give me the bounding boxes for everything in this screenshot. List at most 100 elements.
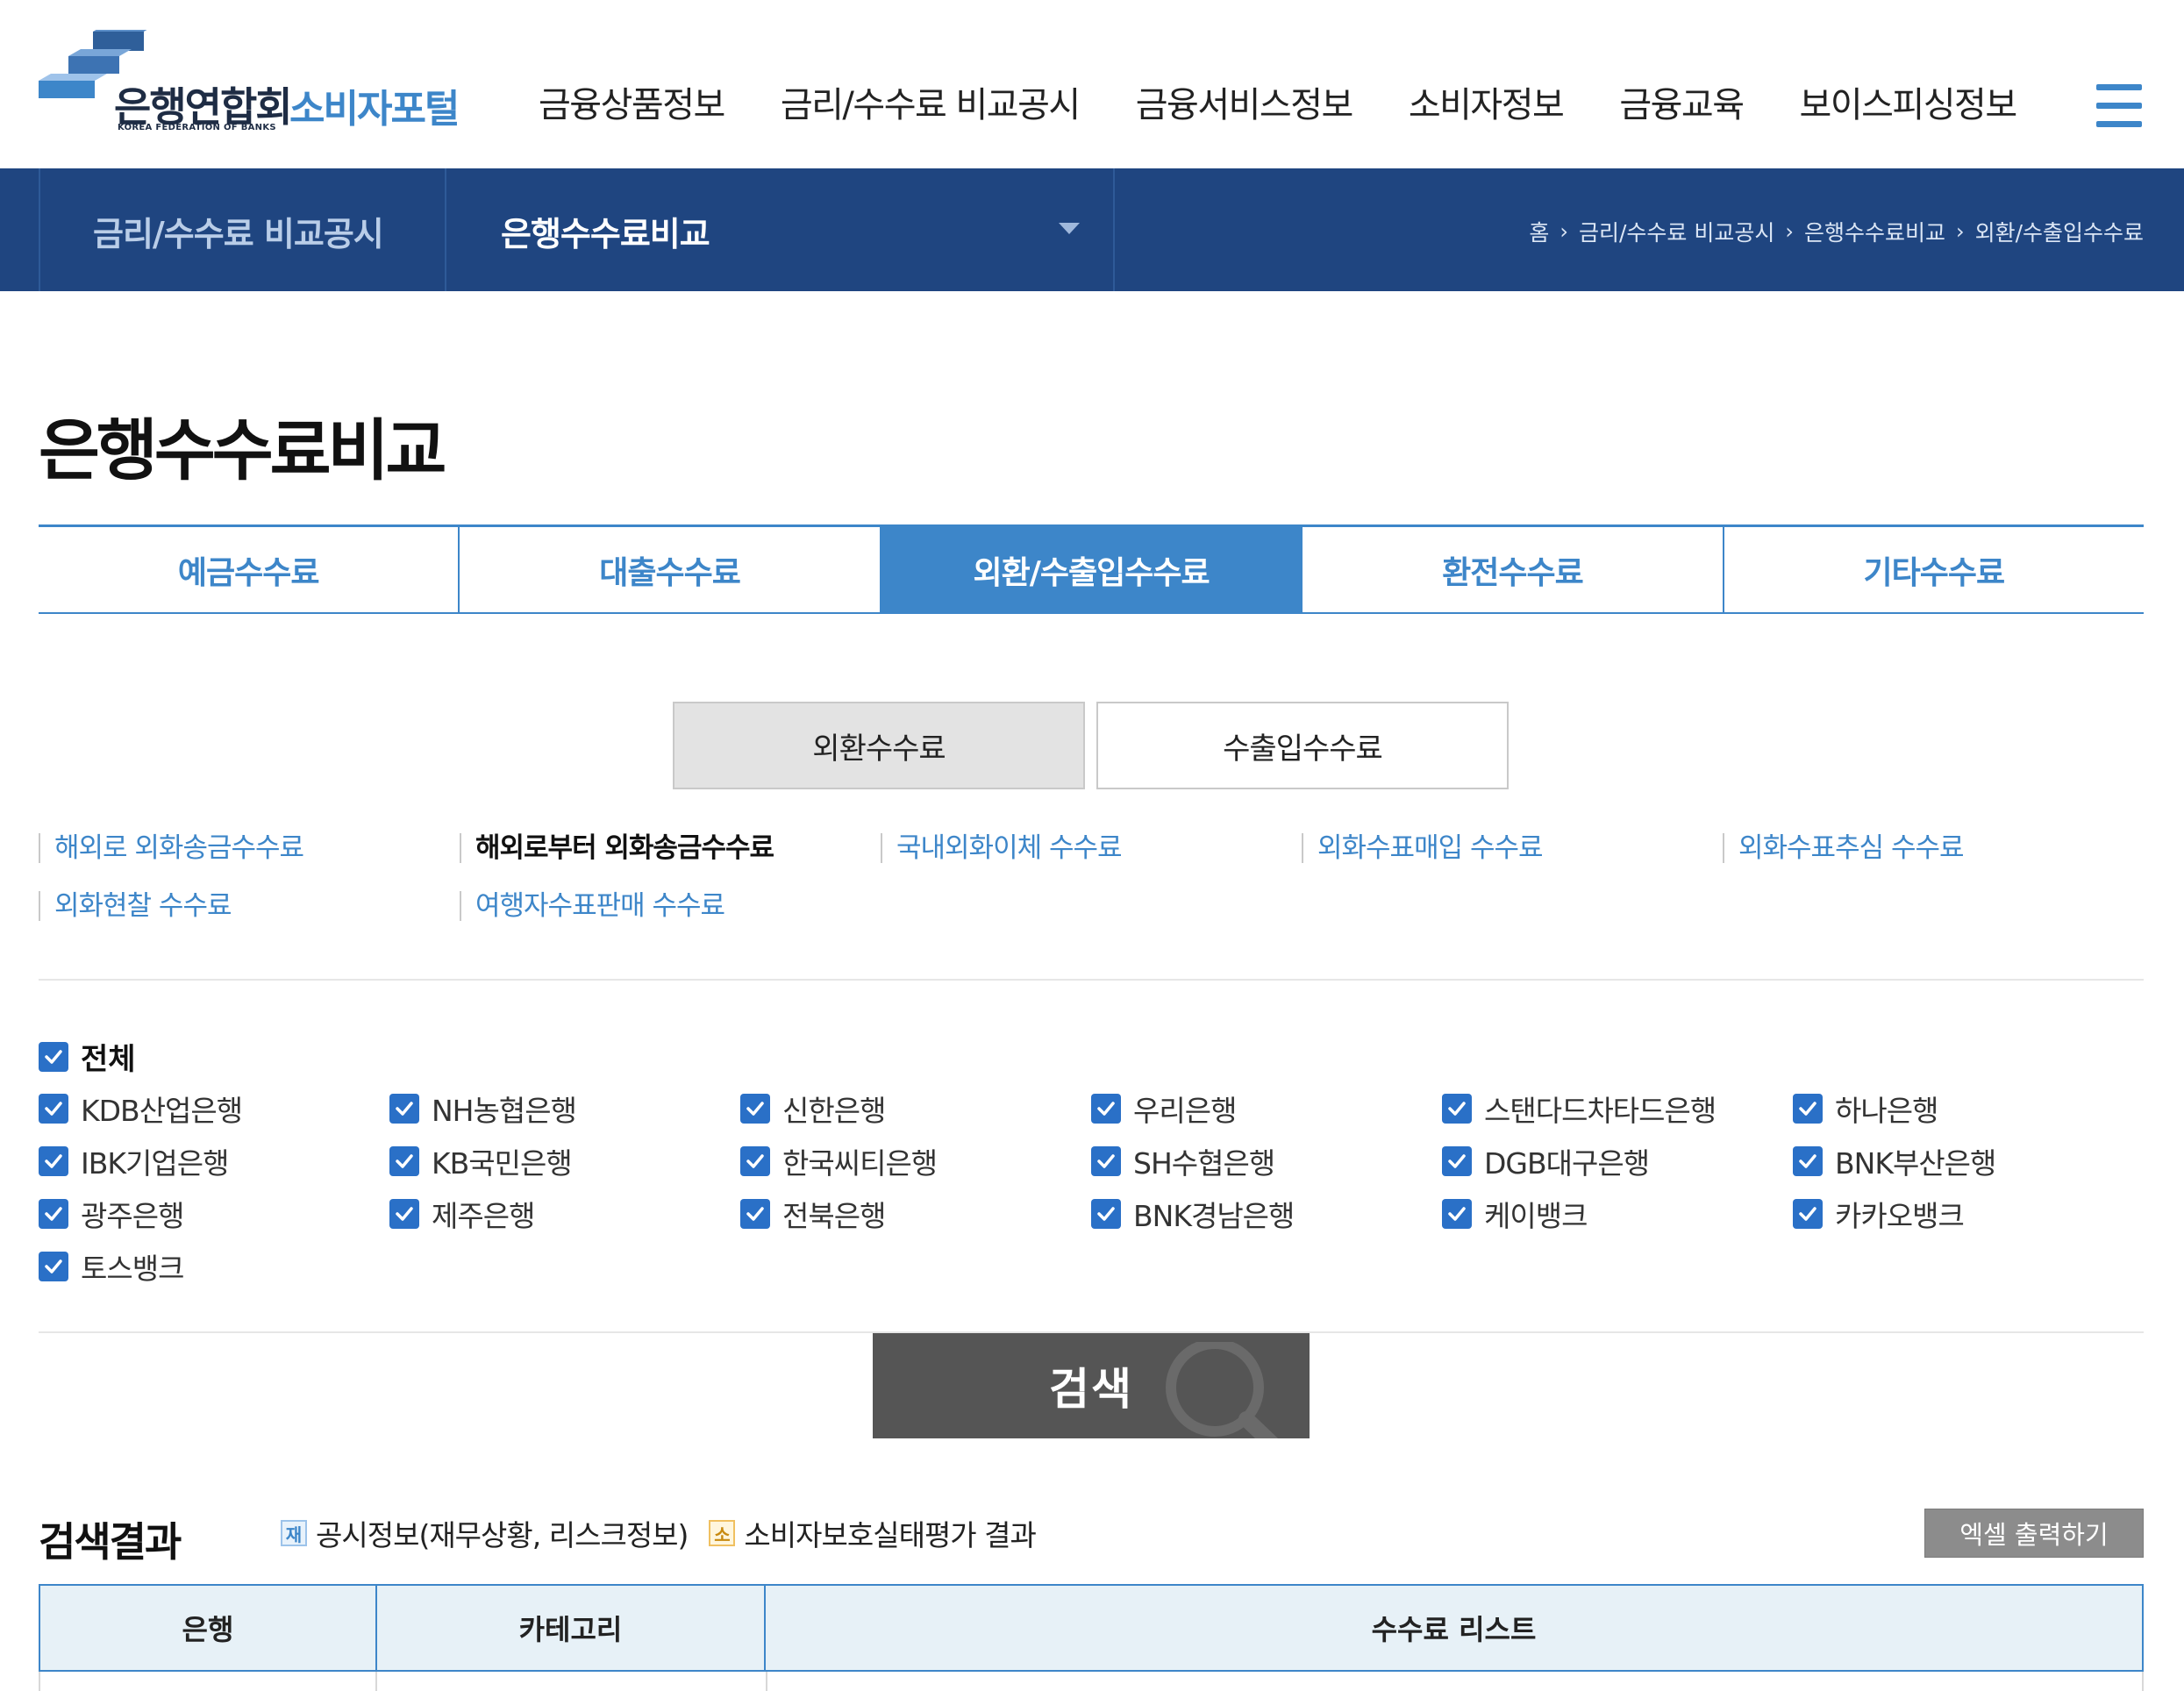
checkbox-bank-label: IBK기업은행 — [81, 1146, 229, 1181]
tab-loan-fee[interactable]: 대출수수료 — [458, 527, 879, 612]
breadcrumb-item[interactable]: 금리/수수료 비교공시 — [1579, 216, 1774, 247]
tab-forex-trade-fee[interactable]: 외환/수출입수수료 — [879, 527, 1302, 612]
checkbox-checked-icon[interactable] — [1793, 1094, 1823, 1124]
checkbox-all-banks[interactable]: 전체 — [39, 1035, 136, 1078]
checkbox-bank-label: 스탠다드차타드은행 — [1484, 1094, 1717, 1128]
fee-link-domestic-transfer[interactable]: 국내외화이체 수수료 — [881, 833, 1302, 863]
checkbox-checked-icon[interactable] — [1091, 1094, 1121, 1124]
tab-exchange-fee[interactable]: 환전수수료 — [1301, 527, 1722, 612]
fee-link-row: 외화현찰 수수료 여행자수표판매 수수료 — [39, 891, 2144, 949]
checkbox-bank[interactable]: 한국씨티은행 — [740, 1135, 1091, 1188]
checkbox-checked-icon[interactable] — [39, 1199, 68, 1229]
checkbox-bank[interactable]: 광주은행 — [39, 1188, 389, 1240]
sub-navigation-bar: 금리/수수료 비교공시 은행수수료비교 홈 › 금리/수수료 비교공시 › 은행… — [0, 168, 2184, 291]
checkbox-bank-label: BNK부산은행 — [1835, 1146, 1996, 1181]
checkbox-checked-icon[interactable] — [1793, 1146, 1823, 1176]
checkbox-checked-icon[interactable] — [389, 1094, 419, 1124]
global-nav: 금융상품정보 금리/수수료 비교공시 금융서비스정보 소비자정보 금융교육 보이… — [539, 79, 2073, 132]
checkbox-bank-label: SH수협은행 — [1133, 1146, 1275, 1181]
checkbox-bank-label: 카카오뱅크 — [1835, 1199, 1965, 1233]
fee-link-row: 해외로 외화송금수수료 해외로부터 외화송금수수료 국내외화이체 수수료 외화수… — [39, 833, 2144, 891]
fee-link-check-purchase[interactable]: 외화수표매입 수수료 — [1302, 833, 1723, 863]
checkbox-checked-icon[interactable] — [389, 1146, 419, 1176]
results-table-body — [39, 1672, 2144, 1691]
checkbox-bank[interactable]: 전북은행 — [740, 1188, 1091, 1240]
checkbox-bank-label: KDB산업은행 — [81, 1094, 243, 1128]
checkbox-checked-icon[interactable] — [1442, 1199, 1472, 1229]
checkbox-checked-icon[interactable] — [39, 1146, 68, 1176]
checkbox-checked-icon[interactable] — [740, 1146, 770, 1176]
gnb-item-voicephishing[interactable]: 보이스피싱정보 — [1800, 79, 2018, 132]
gnb-item-rates[interactable]: 금리/수수료 비교공시 — [781, 79, 1081, 132]
checkbox-bank[interactable]: KB국민은행 — [389, 1135, 740, 1188]
checkbox-bank-label: 전북은행 — [782, 1199, 886, 1233]
checkbox-checked-icon[interactable] — [39, 1094, 68, 1124]
checkbox-bank[interactable]: DGB대구은행 — [1442, 1135, 1793, 1188]
fee-link-cash[interactable]: 외화현찰 수수료 — [39, 891, 460, 921]
subnav-category[interactable]: 금리/수수료 비교공시 — [39, 168, 445, 291]
checkbox-checked-icon[interactable] — [1442, 1094, 1472, 1124]
disclosure-badge-icon: 재 — [281, 1520, 307, 1546]
checkbox-bank[interactable]: IBK기업은행 — [39, 1135, 389, 1188]
subtab-trade-fee[interactable]: 수출입수수료 — [1096, 702, 1509, 789]
fee-link-outward-remittance[interactable]: 해외로 외화송금수수료 — [39, 833, 460, 863]
breadcrumb-home[interactable]: 홈 — [1529, 216, 1549, 247]
checkbox-bank[interactable]: 카카오뱅크 — [1793, 1188, 2144, 1240]
checkbox-bank[interactable]: SH수협은행 — [1091, 1135, 1442, 1188]
checkbox-bank[interactable]: NH농협은행 — [389, 1082, 740, 1135]
checkbox-checked-icon[interactable] — [1793, 1199, 1823, 1229]
checkbox-bank[interactable]: 하나은행 — [1793, 1082, 2144, 1135]
legend-text: 공시정보(재무상황, 리스크정보) — [316, 1518, 689, 1552]
checkbox-checked-icon[interactable] — [740, 1094, 770, 1124]
checkbox-bank[interactable]: 우리은행 — [1091, 1082, 1442, 1135]
checkbox-bank-label: 제주은행 — [432, 1199, 535, 1233]
fee-link-check-collection[interactable]: 외화수표추심 수수료 — [1723, 833, 2144, 863]
checkbox-checked-icon[interactable] — [1091, 1199, 1121, 1229]
checkbox-checked-icon[interactable] — [39, 1252, 68, 1281]
tab-other-fee[interactable]: 기타수수료 — [1722, 527, 2144, 612]
checkbox-bank[interactable]: BNK부산은행 — [1793, 1135, 2144, 1188]
checkbox-bank[interactable]: BNK경남은행 — [1091, 1188, 1442, 1240]
breadcrumb-item[interactable]: 은행수수료비교 — [1804, 216, 1945, 247]
tab-deposit-fee[interactable]: 예금수수료 — [39, 527, 458, 612]
hamburger-menu-icon[interactable] — [2096, 84, 2142, 130]
checkbox-bank[interactable]: 토스뱅크 — [39, 1240, 389, 1293]
checkbox-bank-label: KB국민은행 — [432, 1146, 573, 1181]
fee-type-links: 해외로 외화송금수수료 해외로부터 외화송금수수료 국내외화이체 수수료 외화수… — [39, 833, 2144, 949]
checkbox-checked-icon[interactable] — [39, 1041, 68, 1072]
checkbox-bank[interactable]: 신한은행 — [740, 1082, 1091, 1135]
checkbox-checked-icon[interactable] — [1442, 1146, 1472, 1176]
checkbox-checked-icon[interactable] — [740, 1199, 770, 1229]
checkbox-bank-label: 신한은행 — [782, 1094, 886, 1128]
subtab-forex-fee[interactable]: 외환수수료 — [673, 702, 1085, 789]
gnb-item-consumer[interactable]: 소비자정보 — [1409, 79, 1565, 132]
excel-export-button[interactable]: 엑셀 출력하기 — [1924, 1509, 2144, 1558]
checkbox-bank[interactable]: KDB산업은행 — [39, 1082, 389, 1135]
checkbox-bank[interactable]: 케이뱅크 — [1442, 1188, 1793, 1240]
column-header-category: 카테고리 — [375, 1586, 764, 1670]
site-logo[interactable]: 은행연합회 KOREA FEDERATION OF BANKS 소비자포털 — [39, 30, 486, 135]
search-button[interactable]: 검색 — [873, 1333, 1310, 1438]
column-divider — [375, 1672, 377, 1691]
checkbox-bank-label: 한국씨티은행 — [782, 1146, 938, 1181]
breadcrumb-item[interactable]: 외환/수출입수수료 — [1975, 216, 2144, 247]
site-header: 은행연합회 KOREA FEDERATION OF BANKS 소비자포털 금융… — [0, 0, 2184, 168]
legend-text: 소비자보호실태평가 결과 — [744, 1518, 1036, 1552]
gnb-item-products[interactable]: 금융상품정보 — [539, 79, 725, 132]
subnav-current-dropdown[interactable]: 은행수수료비교 — [445, 168, 1113, 291]
checkbox-bank[interactable]: 제주은행 — [389, 1188, 740, 1240]
gnb-item-services[interactable]: 금융서비스정보 — [1136, 79, 1354, 132]
subnav-category-label: 금리/수수료 비교공시 — [93, 215, 384, 253]
checkbox-checked-icon[interactable] — [1091, 1146, 1121, 1176]
bank-checkbox-grid: KDB산업은행 NH농협은행 신한은행 우리은행 스탠다드차타드은행 하나은행 IBK기업은… — [39, 1082, 2144, 1293]
checkbox-bank-label: 케이뱅크 — [1484, 1199, 1588, 1233]
checkbox-bank[interactable]: 스탠다드차타드은행 — [1442, 1082, 1793, 1135]
checkbox-bank-label: 토스뱅크 — [81, 1252, 184, 1286]
checkbox-checked-icon[interactable] — [389, 1199, 419, 1229]
gnb-item-education[interactable]: 금융교육 — [1619, 79, 1745, 132]
fee-link-inward-remittance[interactable]: 해외로부터 외화송금수수료 — [460, 833, 881, 863]
checkbox-all-label: 전체 — [81, 1042, 136, 1077]
checkbox-bank-label: DGB대구은행 — [1484, 1146, 1650, 1181]
checkbox-bank-label: 하나은행 — [1835, 1094, 1938, 1128]
fee-link-travelers-check[interactable]: 여행자수표판매 수수료 — [460, 891, 881, 921]
